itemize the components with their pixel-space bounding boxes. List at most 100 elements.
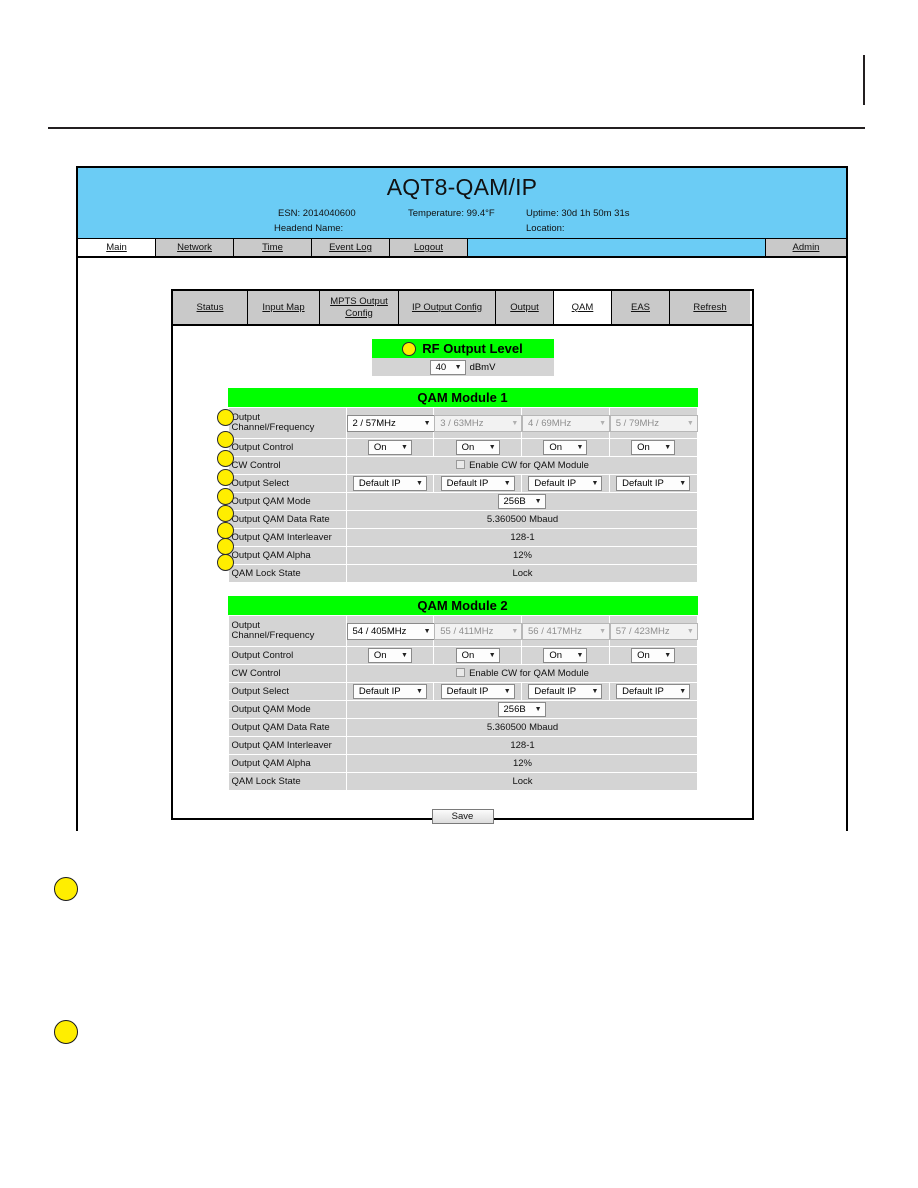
m2-output-control-select-3[interactable]: On ▼ (543, 648, 588, 663)
qam-module-2-table: Output Channel/Frequency 54 / 405MHz ▼ 5… (227, 615, 698, 791)
m1-output-control-value-4: On (637, 442, 650, 453)
row-label-output-control: Output Control (227, 438, 347, 457)
chevron-down-icon: ▼ (400, 444, 408, 451)
row-label-output-qam-data-rate: Output QAM Data Rate (227, 718, 347, 737)
rf-output-level-select[interactable]: 40 ▼ (429, 359, 466, 375)
table-row: Output Control On ▼ On ▼ On ▼ On ▼ (227, 646, 698, 665)
row-label-output-channel-frequency: Output Channel/Frequency (227, 407, 347, 439)
nav-item-logout[interactable]: Logout (390, 239, 468, 256)
chevron-down-icon: ▼ (415, 480, 423, 487)
save-button[interactable]: Save (431, 809, 494, 824)
m1-output-control-select-1[interactable]: On ▼ (367, 440, 412, 455)
tab-input-map[interactable]: Input Map (248, 291, 320, 324)
chevron-down-icon: ▼ (488, 444, 496, 451)
m1-output-select-value-3: Default IP (534, 478, 577, 489)
tab-mpts-output-config-label: MPTS Output Config (330, 296, 388, 320)
qam-module-2-wrap: QAM Module 2 Output Channel/Frequency 54… (227, 596, 698, 791)
m2-output-select-select-2[interactable]: Default IP ▼ (440, 684, 515, 699)
m2-output-select-select-4[interactable]: Default IP ▼ (616, 684, 691, 699)
m1-enable-cw-checkbox[interactable] (456, 460, 466, 469)
m2-enable-cw-label: Enable CW for QAM Module (469, 668, 589, 679)
nav-item-event-log[interactable]: Event Log (312, 239, 390, 256)
m2-output-control-select-1[interactable]: On ▼ (367, 648, 412, 663)
table-row: Output Channel/Frequency 54 / 405MHz ▼ 5… (227, 615, 698, 647)
callout-dot-icon (216, 409, 234, 426)
m1-output-frequency-select-1[interactable]: 2 / 57MHz ▼ (346, 414, 435, 432)
table-row: Output Select Default IP ▼ Default IP ▼ … (227, 474, 698, 493)
nav-spacer (468, 239, 766, 256)
m2-freq-value-3: 56 / 417MHz (528, 625, 582, 637)
m1-output-control-select-3[interactable]: On ▼ (543, 440, 588, 455)
m1-qam-lock-state-value: Lock (345, 564, 698, 583)
tab-qam[interactable]: QAM (554, 291, 612, 324)
chevron-down-icon: ▼ (679, 688, 687, 695)
page-corner-tick (863, 55, 865, 105)
tab-status[interactable]: Status (173, 291, 248, 324)
tab-refresh[interactable]: Refresh (670, 291, 750, 324)
m1-qam-interleaver-value: 128-1 (345, 528, 698, 547)
m1-output-select-value-4: Default IP (622, 478, 664, 489)
m2-qam-mode-value: 256B (503, 704, 526, 715)
m2-output-select-cell-2: Default IP ▼ (433, 682, 522, 701)
m1-output-select-select-1[interactable]: Default IP ▼ (352, 476, 427, 491)
table-row: Output QAM Interleaver 128-1 (227, 736, 698, 755)
m2-output-control-select-4[interactable]: On ▼ (631, 648, 676, 663)
m2-output-select-select-1[interactable]: Default IP ▼ (352, 684, 427, 699)
tab-status-label: Status (196, 301, 224, 313)
nav-item-event-log-label: Event Log (329, 242, 372, 253)
tab-ip-output-config[interactable]: IP Output Config (399, 291, 496, 324)
m1-output-select-value-2: Default IP (446, 478, 489, 489)
chevron-down-icon: ▼ (400, 652, 408, 659)
m1-output-select-select-4[interactable]: Default IP ▼ (616, 476, 691, 491)
page-header-rule (48, 127, 865, 129)
m1-output-control-cell-2: On ▼ (433, 438, 522, 457)
chevron-down-icon: ▼ (591, 480, 599, 487)
m2-qam-mode-cell: 256B ▼ (345, 700, 698, 719)
nav-item-admin[interactable]: Admin (766, 239, 846, 256)
m2-output-select-value-1: Default IP (358, 686, 401, 697)
qam-module-1-wrap: QAM Module 1 Output Channel/Frequency 2 … (216, 388, 698, 583)
m2-output-frequency-select-1[interactable]: 54 / 405MHz ▼ (346, 622, 435, 640)
m2-output-select-select-3[interactable]: Default IP ▼ (528, 684, 603, 699)
m1-output-select-cell-1: Default IP ▼ (345, 474, 435, 493)
m2-output-control-select-2[interactable]: On ▼ (455, 648, 500, 663)
m1-output-select-select-3[interactable]: Default IP ▼ (528, 476, 603, 491)
m1-qam-data-rate-value: 5.360500 Mbaud (345, 510, 698, 529)
tab-eas[interactable]: EAS (612, 291, 670, 324)
m2-enable-cw-checkbox[interactable] (456, 668, 466, 677)
qam-config-panel: Status Input Map MPTS Output Config IP O… (171, 289, 754, 824)
m2-output-frequency-select-4[interactable]: 57 / 423MHz ▼ (609, 622, 698, 640)
chevron-down-icon: ▼ (511, 627, 519, 635)
m1-output-frequency-select-4[interactable]: 5 / 79MHz ▼ (609, 414, 698, 432)
chevron-down-icon: ▼ (576, 652, 584, 659)
tab-refresh-label: Refresh (693, 301, 727, 313)
nav-item-admin-label: Admin (792, 242, 820, 253)
m1-output-frequency-select-3[interactable]: 4 / 69MHz ▼ (522, 414, 610, 432)
m1-output-select-select-2[interactable]: Default IP ▼ (440, 476, 515, 491)
m2-qam-mode-select[interactable]: 256B ▼ (497, 702, 546, 717)
m1-qam-mode-select[interactable]: 256B ▼ (497, 494, 546, 509)
m2-output-frequency-select-2[interactable]: 55 / 411MHz ▼ (434, 622, 523, 640)
nav-item-main[interactable]: Main (78, 239, 156, 256)
rf-output-level-unit: dBmV (469, 361, 496, 373)
tab-output[interactable]: Output (496, 291, 554, 324)
nav-item-time[interactable]: Time (234, 239, 312, 256)
device-web-ui-frame: AQT8-QAM/IP ESN: 2014040600 Temperature:… (76, 166, 848, 831)
m1-output-control-select-2[interactable]: On ▼ (455, 440, 500, 455)
m2-output-select-cell-1: Default IP ▼ (345, 682, 435, 701)
chevron-down-icon: ▼ (503, 688, 511, 695)
m1-qam-alpha-value: 12% (345, 546, 698, 565)
chevron-down-icon: ▼ (423, 419, 431, 427)
callout-dot-icon (216, 538, 234, 555)
table-row: Output QAM Alpha 12% (227, 546, 698, 565)
m1-cw-control-cell: Enable CW for QAM Module (345, 456, 698, 475)
tab-mpts-output-config[interactable]: MPTS Output Config (320, 291, 399, 324)
m1-output-frequency-select-2[interactable]: 3 / 63MHz ▼ (434, 414, 523, 432)
row-label-output-qam-alpha: Output QAM Alpha (227, 754, 347, 773)
chevron-down-icon: ▼ (415, 688, 423, 695)
table-row: Output QAM Mode 256B ▼ (227, 492, 698, 511)
nav-item-network[interactable]: Network (156, 239, 234, 256)
m2-output-frequency-select-3[interactable]: 56 / 417MHz ▼ (522, 622, 610, 640)
m1-output-control-select-4[interactable]: On ▼ (631, 440, 676, 455)
qam-module-1-table: Output Channel/Frequency 2 / 57MHz ▼ 3 /… (227, 407, 698, 583)
